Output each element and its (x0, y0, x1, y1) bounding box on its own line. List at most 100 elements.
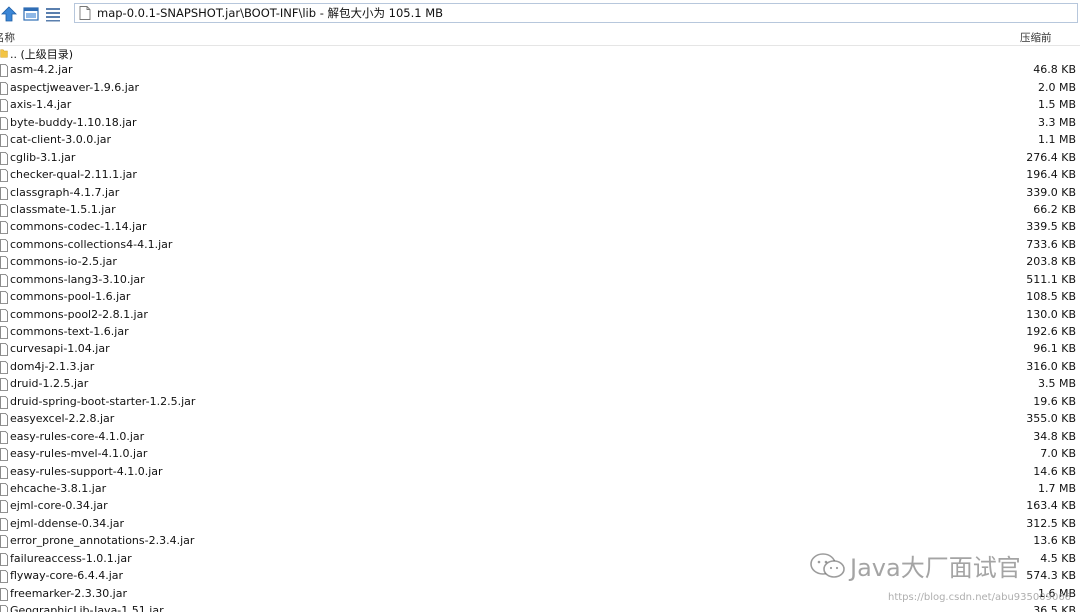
file-name: cat-client-3.0.0.jar (10, 133, 112, 147)
file-size: 46.8 KB (1033, 63, 1076, 77)
file-row[interactable]: aspectjweaver-1.9.6.jar 2.0 MB (0, 80, 1080, 97)
file-size: 14.6 KB (1033, 464, 1076, 478)
file-name: commons-pool2-2.8.1.jar (10, 307, 148, 321)
file-name: druid-1.2.5.jar (10, 377, 89, 391)
file-row[interactable]: ejml-core-0.34.jar 163.4 KB (0, 498, 1080, 515)
file-icon (0, 99, 8, 113)
parent-folder-row[interactable]: .. (上级目录) (0, 45, 1080, 62)
file-icon (0, 116, 8, 130)
archive-window: map-0.0.1-SNAPSHOT.jar\BOOT-INF\lib - 解包… (0, 0, 1080, 612)
column-name-header[interactable]: 名称 (0, 30, 15, 45)
file-name: error_prone_annotations-2.3.4.jar (10, 534, 195, 548)
file-icon (0, 465, 8, 479)
file-icon (0, 221, 8, 235)
list-view-button[interactable] (44, 5, 62, 23)
file-size: 163.4 KB (1026, 499, 1076, 513)
file-icon (0, 291, 8, 305)
file-row[interactable]: commons-text-1.6.jar 192.6 KB (0, 324, 1080, 341)
file-row[interactable]: commons-pool-1.6.jar 108.5 KB (0, 289, 1080, 306)
file-icon (0, 134, 8, 148)
file-row[interactable]: byte-buddy-1.10.18.jar 3.3 MB (0, 115, 1080, 132)
file-size: 1.7 MB (1037, 481, 1076, 495)
file-name: ejml-core-0.34.jar (10, 499, 108, 513)
file-icon (0, 587, 8, 601)
file-row[interactable]: cat-client-3.0.0.jar 1.1 MB (0, 132, 1080, 149)
file-icon (0, 378, 8, 392)
file-row[interactable]: commons-pool2-2.8.1.jar 130.0 KB (0, 307, 1080, 324)
file-name: GeographicLib-Java-1.51.jar (10, 604, 164, 612)
file-row[interactable]: druid-spring-boot-starter-1.2.5.jar 19.6 … (0, 394, 1080, 411)
file-name: classgraph-4.1.7.jar (10, 185, 120, 199)
file-row[interactable]: freemarker-2.3.30.jar 1.6 MB (0, 586, 1080, 603)
file-icon (0, 343, 8, 357)
file-row[interactable]: easyexcel-2.2.8.jar 355.0 KB (0, 411, 1080, 428)
file-row[interactable]: commons-collections4-4.1.jar 733.6 KB (0, 237, 1080, 254)
file-icon (0, 413, 8, 427)
file-size: 36.5 KB (1033, 604, 1076, 612)
file-size: 13.6 KB (1033, 534, 1076, 548)
file-row[interactable]: commons-io-2.5.jar 203.8 KB (0, 254, 1080, 271)
file-name: axis-1.4.jar (10, 98, 72, 112)
file-row[interactable]: commons-lang3-3.10.jar 511.1 KB (0, 272, 1080, 289)
address-bar[interactable]: map-0.0.1-SNAPSHOT.jar\BOOT-INF\lib - 解包… (74, 3, 1078, 23)
file-row[interactable]: druid-1.2.5.jar 3.5 MB (0, 376, 1080, 393)
file-icon (0, 517, 8, 531)
file-icon (0, 186, 8, 200)
file-name: easy-rules-support-4.1.0.jar (10, 464, 163, 478)
file-row[interactable]: GeographicLib-Java-1.51.jar 36.5 KB (0, 603, 1080, 612)
file-row[interactable]: ejml-ddense-0.34.jar 312.5 KB (0, 516, 1080, 533)
file-icon (0, 64, 8, 78)
file-name: classmate-1.5.1.jar (10, 202, 116, 216)
file-size: 7.0 KB (1040, 447, 1076, 461)
file-icon (0, 238, 8, 252)
file-name: byte-buddy-1.10.18.jar (10, 115, 137, 129)
file-list: .. (上级目录) asm-4.2.jar 46.8 KB aspectjweave… (0, 45, 1080, 612)
file-icon (0, 169, 8, 182)
address-text: map-0.0.1-SNAPSHOT.jar\BOOT-INF\lib - 解包… (97, 6, 444, 20)
file-row[interactable]: dom4j-2.1.3.jar 316.0 KB (0, 359, 1080, 376)
file-name: flyway-core-6.4.4.jar (10, 569, 124, 583)
file-name: commons-codec-1.14.jar (10, 220, 147, 234)
file-name: failureaccess-1.0.1.jar (10, 551, 132, 565)
column-size-header[interactable]: 压缩前 (1020, 30, 1052, 45)
file-name: easyexcel-2.2.8.jar (10, 412, 115, 426)
file-size: 3.5 MB (1037, 377, 1076, 391)
file-row[interactable]: error_prone_annotations-2.3.4.jar 13.6 KB (0, 533, 1080, 550)
file-icon (0, 151, 8, 165)
file-row[interactable]: easy-rules-support-4.1.0.jar 14.6 KB (0, 464, 1080, 481)
file-row[interactable]: classmate-1.5.1.jar 66.2 KB (0, 202, 1080, 219)
file-row[interactable]: failureaccess-1.0.1.jar 4.5 KB (0, 551, 1080, 568)
file-name: freemarker-2.3.30.jar (10, 586, 128, 600)
parent-folder-label: .. (上级目录) (10, 48, 74, 61)
file-size: 276.4 KB (1026, 150, 1076, 164)
file-row[interactable]: ehcache-3.8.1.jar 1.7 MB (0, 481, 1080, 498)
file-name: commons-text-1.6.jar (10, 325, 129, 338)
file-row[interactable]: commons-codec-1.14.jar 339.5 KB (0, 219, 1080, 236)
file-row[interactable]: asm-4.2.jar 46.8 KB (0, 62, 1080, 79)
up-folder-button[interactable] (0, 5, 18, 23)
file-name: easy-rules-core-4.1.0.jar (10, 429, 145, 443)
file-icon (0, 360, 8, 374)
file-size: 1.5 MB (1037, 98, 1076, 112)
file-name: commons-pool-1.6.jar (10, 290, 131, 304)
view-mode-button[interactable] (22, 5, 40, 23)
document-icon (79, 6, 93, 20)
file-size: 192.6 KB (1026, 325, 1076, 338)
toolbar: map-0.0.1-SNAPSHOT.jar\BOOT-INF\lib - 解包… (0, 0, 1080, 29)
file-icon (0, 448, 8, 461)
file-size: 339.0 KB (1026, 185, 1076, 199)
file-size: 574.3 KB (1026, 569, 1076, 583)
file-row[interactable]: checker-qual-2.11.1.jar 196.4 KB (0, 167, 1080, 184)
file-icon (0, 395, 8, 409)
file-row[interactable]: easy-rules-core-4.1.0.jar 34.8 KB (0, 429, 1080, 446)
file-row[interactable]: curvesapi-1.04.jar 96.1 KB (0, 341, 1080, 358)
file-row[interactable]: cglib-3.1.jar 276.4 KB (0, 150, 1080, 167)
file-size: 339.5 KB (1026, 220, 1076, 234)
file-row[interactable]: classgraph-4.1.7.jar 339.0 KB (0, 185, 1080, 202)
file-name: aspectjweaver-1.9.6.jar (10, 80, 140, 94)
file-size: 316.0 KB (1026, 359, 1076, 373)
file-name: commons-io-2.5.jar (10, 255, 117, 269)
file-row[interactable]: easy-rules-mvel-4.1.0.jar 7.0 KB (0, 446, 1080, 463)
file-row[interactable]: axis-1.4.jar 1.5 MB (0, 97, 1080, 114)
file-row[interactable]: flyway-core-6.4.4.jar 574.3 KB (0, 568, 1080, 585)
